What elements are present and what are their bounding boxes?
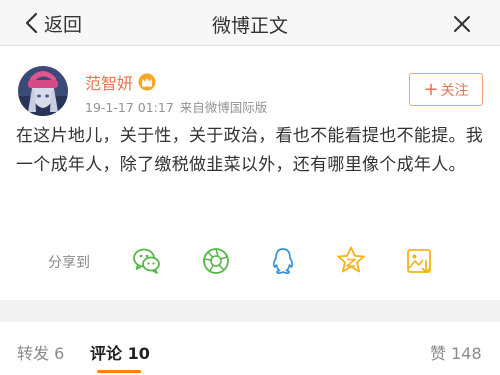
active-tab-indicator xyxy=(97,370,141,373)
post-timestamp: 19-1-17 01:17 xyxy=(85,100,174,115)
share-label: 分享到 xyxy=(48,255,90,271)
wechat-icon[interactable] xyxy=(130,244,164,278)
qzone-icon[interactable] xyxy=(334,244,368,278)
post-tabs: 转发 6 评论 10 赞 148 xyxy=(0,322,500,375)
moments-icon[interactable] xyxy=(199,244,233,278)
tab-like[interactable]: 赞 148 xyxy=(430,340,482,364)
post-body: 在这片地儿，关于性，关于政治，看也不能看提也不能提。我一个成年人，除了缴税做韭菜… xyxy=(16,126,484,175)
section-divider xyxy=(0,300,500,322)
nav-bar: 返回 微博正文 xyxy=(0,0,500,46)
plus-icon: + xyxy=(423,78,439,100)
follow-label: 关注 xyxy=(440,82,469,99)
image-share-icon[interactable] xyxy=(402,244,436,278)
username-row: 范智妍 xyxy=(85,70,156,94)
page-title: 微博正文 xyxy=(211,15,288,37)
tab-comment[interactable]: 评论 10 xyxy=(90,340,150,364)
post-source: 来自微博国际版 xyxy=(179,100,268,115)
follow-button[interactable]: + 关注 xyxy=(409,73,483,106)
qq-icon[interactable] xyxy=(266,244,300,278)
post-meta: 19-1-17 01:17 来自微博国际版 xyxy=(85,97,267,116)
more-options-icon[interactable] xyxy=(452,14,472,34)
avatar-image xyxy=(18,66,68,116)
avatar[interactable] xyxy=(18,66,68,116)
crown-icon xyxy=(138,73,156,91)
username[interactable]: 范智妍 xyxy=(85,70,133,94)
tab-repost[interactable]: 转发 6 xyxy=(17,340,64,364)
